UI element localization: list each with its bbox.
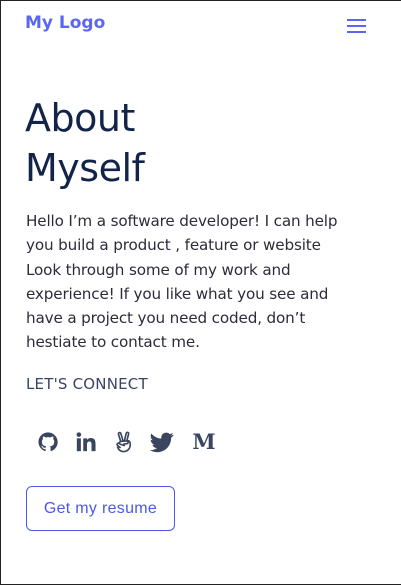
medium-link[interactable]: M: [191, 429, 217, 455]
github-link[interactable]: [35, 429, 61, 455]
bio-line: Hello I’m a software developer! I can he…: [26, 212, 338, 230]
hamburger-menu-icon: [347, 19, 366, 33]
menu-button[interactable]: [347, 19, 366, 33]
page-title: About Myself: [25, 93, 145, 193]
bio-line: hestiate to contact me.: [26, 333, 200, 352]
bio-line: you build a product , feature or website: [26, 236, 321, 255]
navbar: My Logo: [1, 1, 401, 51]
bio-line: Look through some of my work and: [26, 260, 291, 279]
angellist-icon: [116, 431, 132, 453]
page-frame: My Logo About Myself Hello I’m a softwar…: [0, 0, 401, 585]
bio-line: have a project you need coded, don’t: [26, 309, 306, 328]
resume-button[interactable]: Get my resume: [26, 486, 175, 531]
linkedin-icon: [76, 432, 96, 452]
medium-icon: M: [192, 429, 216, 454]
page-title-line-1: About: [25, 96, 135, 140]
bio-paragraph: Hello I’m a software developer! I can he…: [26, 209, 376, 355]
twitter-link[interactable]: [149, 429, 175, 455]
logo-link[interactable]: My Logo: [25, 13, 105, 33]
page-title-line-2: Myself: [25, 146, 145, 190]
bio-line: experience! If you like what you see and: [26, 284, 329, 303]
github-icon: [38, 432, 58, 452]
connect-label: LET'S CONNECT: [26, 375, 148, 393]
angellist-link[interactable]: [111, 429, 137, 455]
linkedin-link[interactable]: [73, 429, 99, 455]
twitter-icon: [150, 432, 174, 452]
